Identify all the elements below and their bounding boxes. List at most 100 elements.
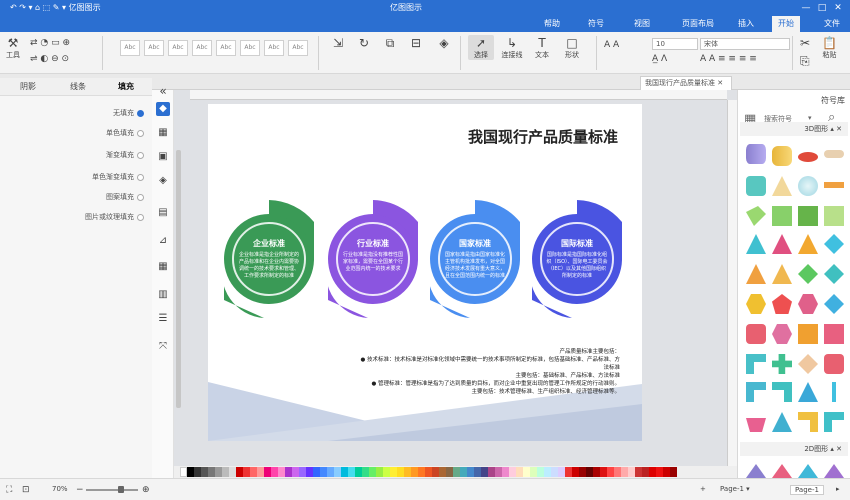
swatch[interactable] (642, 467, 649, 477)
layer-button[interactable]: ◈ (432, 36, 456, 50)
swatch[interactable] (257, 467, 264, 477)
slide-title[interactable]: 我国现行产品质量标准 (468, 126, 618, 147)
swatch[interactable] (551, 467, 558, 477)
cube-shape[interactable] (824, 324, 844, 344)
style-sample[interactable]: Abc (192, 40, 212, 56)
swatch[interactable] (208, 467, 215, 477)
swatch[interactable] (439, 467, 446, 477)
swatch[interactable] (334, 467, 341, 477)
fill-option-pattern[interactable]: 图案填充 (106, 192, 144, 202)
swatch[interactable] (509, 467, 516, 477)
menu-view[interactable]: 视图 (628, 16, 656, 32)
cylinder-shape[interactable] (746, 144, 766, 164)
sphere-shape[interactable] (798, 176, 818, 196)
slide-page[interactable]: 我国现行产品质量标准 国际标准 国际标准是指国际标准化组织（ISO）、国际电工委… (208, 104, 642, 441)
fill-option-solid[interactable]: 单色填充 (106, 128, 144, 138)
rotate-button[interactable]: ↻ (352, 36, 376, 50)
swatch[interactable] (278, 467, 285, 477)
swatch[interactable] (488, 467, 495, 477)
chevron-down-icon[interactable]: ▾ (808, 114, 812, 122)
fullscreen-icon[interactable]: ⛶ (6, 485, 12, 495)
menu-insert[interactable]: 插入 (732, 16, 760, 32)
triangle-shape[interactable] (798, 464, 818, 478)
swatch[interactable] (271, 467, 278, 477)
fill-option-single-gradient[interactable]: 单色渐变填充 (92, 172, 144, 182)
swatch[interactable] (649, 467, 656, 477)
swatch[interactable] (558, 467, 565, 477)
swatch[interactable] (607, 467, 614, 477)
swatch[interactable] (299, 467, 306, 477)
close-button[interactable]: ✕ (832, 2, 844, 14)
swatch[interactable] (411, 467, 418, 477)
flat-shape[interactable] (824, 150, 844, 158)
group-button[interactable]: ⧉ (378, 36, 402, 50)
swatch[interactable] (614, 467, 621, 477)
menu-symbols[interactable]: 符号 (582, 16, 610, 32)
paste-button[interactable]: 📋 粘贴 (822, 36, 837, 60)
pentagon-shape[interactable] (772, 294, 792, 314)
swatch[interactable] (229, 467, 236, 477)
menu-help[interactable]: 帮助 (538, 16, 566, 32)
connector-button[interactable]: ↳ 连接线 (498, 36, 526, 60)
bar-shape[interactable] (824, 182, 844, 188)
triangle-shape[interactable] (824, 464, 844, 478)
swatch[interactable] (502, 467, 509, 477)
swatch[interactable] (572, 467, 579, 477)
swatch[interactable] (495, 467, 502, 477)
swatch[interactable] (397, 467, 404, 477)
swatch[interactable] (516, 467, 523, 477)
style-sample[interactable]: Abc (216, 40, 236, 56)
style-sample[interactable]: Abc (168, 40, 188, 56)
swatch[interactable] (523, 467, 530, 477)
swatch[interactable] (425, 467, 432, 477)
copy-button[interactable]: ⎘ (800, 54, 810, 68)
cone-shape[interactable] (772, 176, 792, 196)
vertical-scrollbar[interactable] (176, 150, 181, 408)
document-tab[interactable]: 我国现行产品质量标准 ✕ (640, 76, 732, 90)
swatch[interactable] (348, 467, 355, 477)
swatch[interactable] (593, 467, 600, 477)
fit-page-icon[interactable]: ⊡ (22, 485, 30, 495)
line-format-buttons[interactable]: ⇄ ◔ ▭ ⊕ (30, 38, 70, 48)
zoom-slider-handle[interactable] (118, 486, 124, 493)
octahedron-shape[interactable] (824, 234, 844, 254)
l-shape[interactable] (798, 412, 818, 432)
swatch[interactable] (635, 467, 642, 477)
hexagon-shape[interactable] (746, 294, 766, 314)
position-button[interactable]: ⊟ (404, 36, 428, 50)
l-shape[interactable] (746, 382, 766, 402)
minimize-button[interactable]: — (800, 2, 812, 14)
style-sample[interactable]: Abc (264, 40, 284, 56)
swatch[interactable] (481, 467, 488, 477)
chart-icon[interactable]: ⊿ (156, 234, 170, 248)
size-button[interactable]: ⇲ (326, 36, 350, 50)
swatch[interactable] (404, 467, 411, 477)
maximize-button[interactable]: □ (816, 2, 828, 14)
page-selector[interactable]: Page-1 ▾ (720, 485, 750, 493)
fill-option-gradient[interactable]: 渐变填充 (106, 150, 144, 160)
cube-shape[interactable] (824, 206, 844, 226)
swatch[interactable] (285, 467, 292, 477)
description-text[interactable]: 产品质量标准主要包括： ● 技术标准：技术标准是对标准化领域中需要统一的技术事项… (360, 348, 620, 396)
swatch[interactable] (306, 467, 313, 477)
font-size-select[interactable]: 10 (652, 38, 698, 50)
hexagon-shape[interactable] (798, 294, 818, 314)
zoom-in-icon[interactable]: ⊕ (142, 485, 150, 495)
fit-icon[interactable]: ⤧ (156, 340, 170, 354)
swatch[interactable] (530, 467, 537, 477)
l-shape[interactable] (746, 354, 766, 374)
cylinder-shape[interactable] (746, 324, 766, 344)
style-sample[interactable]: Abc (240, 40, 260, 56)
cone-shape[interactable] (798, 382, 818, 402)
triangle-shape[interactable] (746, 464, 766, 478)
layers-icon[interactable]: ◈ (156, 174, 170, 188)
font-color-buttons[interactable]: A̲ Ʌ (652, 54, 667, 64)
select-button[interactable]: ➚ 选择 (468, 35, 494, 60)
cone-shape[interactable] (772, 412, 792, 432)
category-2d[interactable]: 2D图形 ▴ ✕ (740, 442, 848, 456)
standard-card-national[interactable]: 国家标准 国家标准是指由国家标准化主管机构批准发布，对全国经济技术发展有重大意义… (430, 200, 520, 330)
cube-shape[interactable] (798, 206, 818, 226)
pyramid-shape[interactable] (746, 234, 766, 254)
zoom-slider[interactable] (86, 489, 138, 491)
swatch[interactable] (250, 467, 257, 477)
